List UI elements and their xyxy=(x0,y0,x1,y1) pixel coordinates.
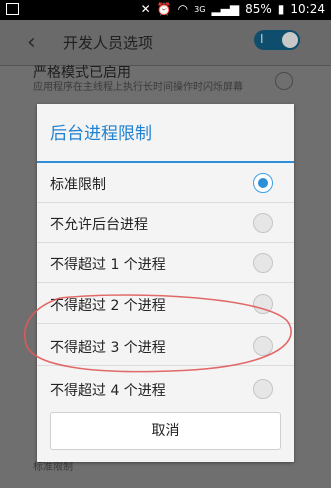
strict-mode-checkbox[interactable] xyxy=(275,72,293,90)
battery-icon: ▮ xyxy=(277,2,285,16)
red-circle-annotation xyxy=(23,294,292,373)
signal-icon: ▂▄▆ xyxy=(211,2,240,16)
option-max-4[interactable]: 不得超过 4 个进程 xyxy=(37,369,294,409)
silent-icon: ✕ xyxy=(140,2,151,16)
dialog-title: 后台进程限制 xyxy=(50,124,152,144)
radio-selected-icon[interactable] xyxy=(253,173,273,193)
network-type: 3G xyxy=(194,4,206,14)
background-process-limit-dialog: 后台进程限制 标准限制 不允许后台进程 不得超过 1 个进程 不得超过 2 个进… xyxy=(37,104,294,462)
option-max-1[interactable]: 不得超过 1 个进程 xyxy=(37,243,294,283)
developer-options-toggle[interactable]: I xyxy=(254,30,300,50)
radio-icon[interactable] xyxy=(253,253,273,273)
toggle-knob xyxy=(282,32,298,48)
wifi-icon: ◠ xyxy=(177,2,189,16)
back-arrow-icon[interactable]: ‹ xyxy=(27,30,36,55)
action-bar: ‹ 开发人员选项 I xyxy=(0,20,331,66)
strict-mode-description: 应用程序在主线程上执行长时间操作时闪烁屏幕 xyxy=(33,82,243,93)
status-bar: ✕ ⏰ ◠ 3G ▂▄▆ 85% ▮ 10:24 xyxy=(0,0,331,20)
radio-icon[interactable] xyxy=(253,213,273,233)
strict-mode-title: 严格模式已启用 xyxy=(33,65,131,81)
clock: 10:24 xyxy=(290,2,325,16)
alarm-icon: ⏰ xyxy=(156,2,172,16)
option-no-background[interactable]: 不允许后台进程 xyxy=(37,203,294,243)
battery-percent: 85% xyxy=(245,2,272,16)
option-standard-limit[interactable]: 标准限制 xyxy=(37,163,294,203)
radio-icon[interactable] xyxy=(253,379,273,399)
screen-title: 开发人员选项 xyxy=(63,34,154,52)
gallery-notification-icon xyxy=(6,3,19,15)
cancel-button[interactable]: 取消 xyxy=(50,412,281,450)
